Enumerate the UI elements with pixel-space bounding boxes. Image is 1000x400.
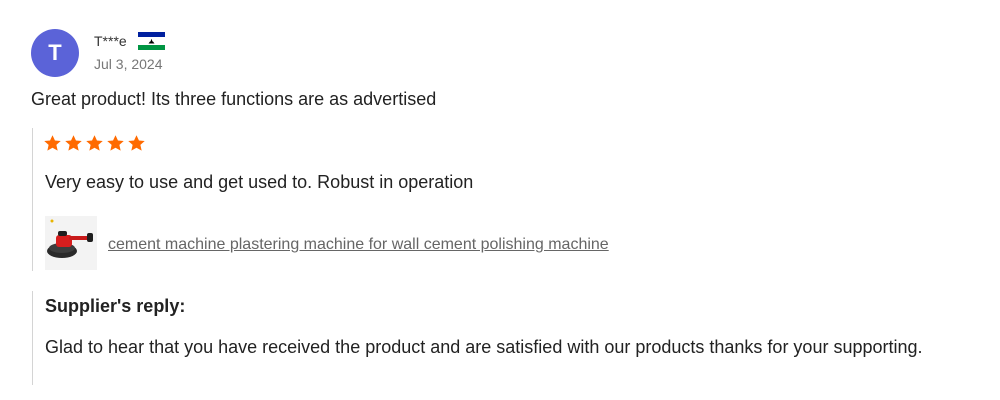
supplier-reply: Supplier's reply: Glad to hear that you …	[32, 291, 973, 385]
supplier-reply-heading: Supplier's reply:	[45, 296, 186, 316]
star-rating	[43, 134, 146, 153]
review-date: Jul 3, 2024	[94, 56, 163, 72]
review-title: Great product! Its three functions are a…	[31, 89, 437, 109]
star-icon	[86, 135, 103, 151]
star-icon	[107, 135, 124, 151]
lesotho-flag-icon	[138, 32, 165, 50]
product-link[interactable]: cement machine plastering machine for wa…	[108, 236, 609, 254]
review-body: Very easy to use and get used to. Robust…	[45, 172, 474, 192]
review-content: Very easy to use and get used to. Robust…	[32, 128, 733, 271]
cement-polishing-machine-icon	[45, 216, 97, 270]
star-icon	[44, 135, 61, 151]
reviewer-avatar: T	[31, 29, 79, 77]
reviewer-name: T***e	[94, 33, 127, 49]
product-thumbnail[interactable]	[45, 216, 97, 270]
star-icon	[65, 135, 82, 151]
star-icon	[128, 135, 145, 151]
supplier-reply-body: Glad to hear that you have received the …	[45, 337, 923, 357]
